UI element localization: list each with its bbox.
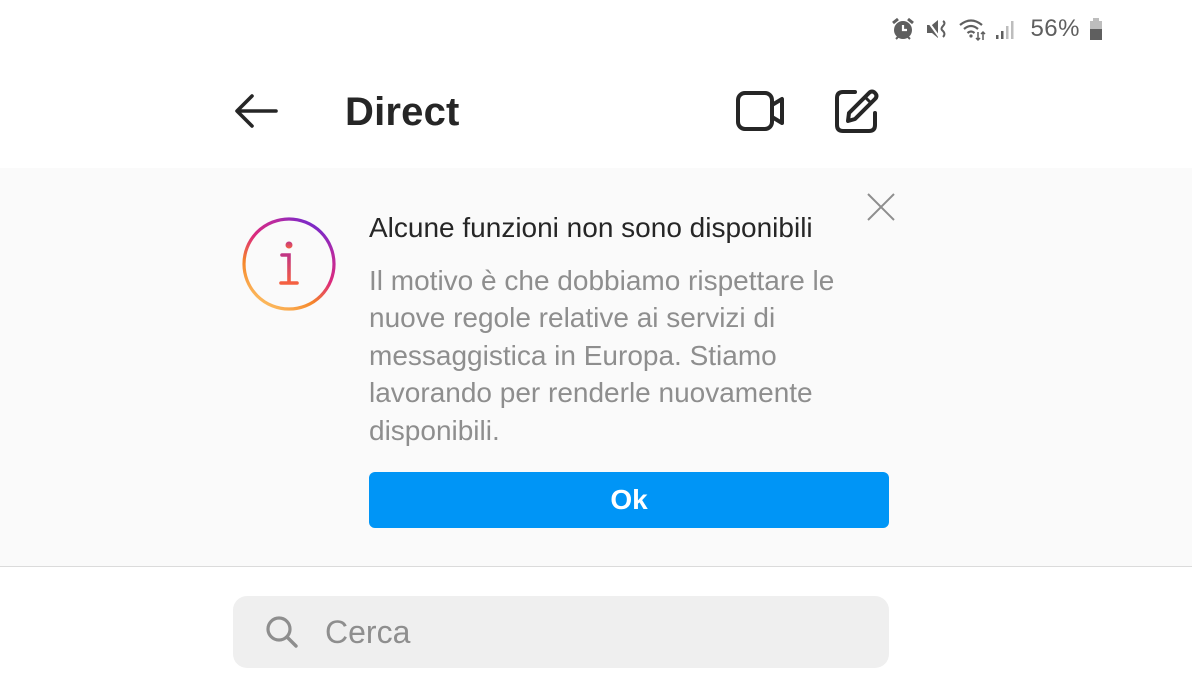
info-icon — [240, 215, 338, 313]
arrow-left-icon — [232, 91, 280, 136]
status-bar: 56% — [890, 12, 1104, 46]
banner-title: Alcune funzioni non sono disponibili — [369, 212, 813, 243]
search-bar[interactable] — [233, 596, 889, 668]
battery-percent: 56% — [1030, 15, 1080, 42]
video-camera-icon — [735, 89, 787, 138]
banner-message: Il motivo è che dobbiamo rispettare le n… — [369, 265, 835, 446]
alarm-icon — [890, 16, 916, 42]
close-banner-button[interactable] — [862, 190, 900, 228]
mute-icon — [924, 16, 950, 42]
search-input[interactable] — [325, 613, 865, 651]
wifi-icon — [958, 16, 986, 42]
ok-button[interactable]: Ok — [369, 472, 889, 528]
signal-icon — [994, 16, 1016, 42]
new-message-icon — [833, 87, 881, 140]
header: Direct — [0, 72, 1192, 156]
search-icon — [263, 613, 301, 651]
video-call-button[interactable] — [732, 88, 790, 138]
close-icon — [865, 191, 897, 228]
back-button[interactable] — [228, 90, 284, 136]
new-message-button[interactable] — [830, 86, 884, 140]
page-title: Direct — [345, 90, 460, 134]
battery-icon — [1088, 16, 1104, 42]
